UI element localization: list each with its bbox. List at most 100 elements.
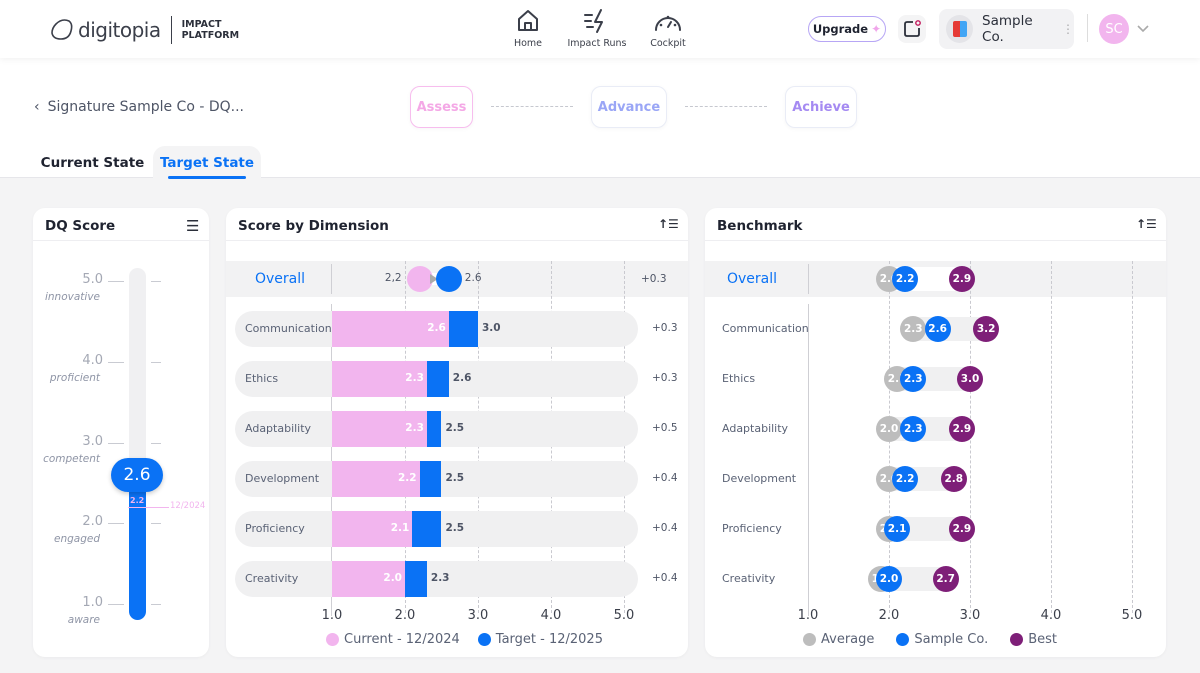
nav-cockpit[interactable]: Cockpit — [633, 8, 703, 49]
gauge-tick — [151, 361, 161, 363]
gauge-level-name: proficient — [49, 371, 100, 384]
x-tick-label: 1.0 — [321, 608, 343, 623]
tab-current-state[interactable]: Current State — [40, 146, 145, 179]
legend-item[interactable]: Average — [803, 632, 874, 647]
tab-target-state[interactable]: Target State — [153, 146, 261, 179]
best-marker[interactable]: 2.9 — [948, 516, 975, 542]
product-line-2: PLATFORM — [181, 30, 240, 41]
avatar[interactable]: SC — [1099, 14, 1129, 44]
current-score-label: 2.2 — [130, 496, 145, 506]
x-tick-label: 3.0 — [467, 608, 489, 623]
dimension-label: Creativity — [245, 572, 299, 585]
legend-item[interactable]: Sample Co. — [896, 632, 988, 647]
overall-label[interactable]: Overall — [727, 271, 777, 287]
step-assess-label: Assess — [416, 99, 467, 115]
dimension-label: Adaptability — [245, 422, 312, 435]
best-marker[interactable]: 2.7 — [932, 566, 959, 592]
best-marker[interactable]: 3.0 — [957, 366, 983, 392]
target-value-label: 2.6 — [452, 372, 472, 384]
gauge-tick — [108, 442, 124, 444]
current-value-label: 2.0 — [383, 572, 402, 584]
overall-label[interactable]: Overall — [255, 271, 305, 287]
legend-item[interactable]: Target - 12/2025 — [477, 632, 603, 647]
target-bar — [448, 311, 478, 347]
step-assess[interactable]: Assess — [410, 86, 473, 128]
target-value-label: 2.5 — [445, 522, 465, 534]
legend-label: Current - 12/2024 — [344, 632, 460, 647]
x-tick-label: 3.0 — [959, 608, 981, 623]
org-name: Sample Co. — [982, 13, 1033, 45]
sample-marker[interactable]: 2.6 — [924, 316, 951, 342]
chevron-down-icon[interactable] — [1136, 24, 1150, 34]
notifications-button[interactable] — [898, 15, 926, 43]
target-score-bubble: 2.6 — [111, 457, 163, 492]
x-tick-label: 5.0 — [1121, 608, 1143, 623]
nav-impact-runs-label: Impact Runs — [567, 38, 627, 49]
active-tab-indicator — [168, 176, 246, 179]
dq-score-title: DQ Score — [45, 218, 116, 234]
current-score-date: 12/2024 — [170, 501, 206, 512]
gauge-level-name: aware — [67, 614, 100, 627]
card-divider — [705, 240, 1166, 241]
more-vertical-icon[interactable]: ⋮ — [1062, 23, 1074, 35]
organization-switcher[interactable]: Sample Co. ⋮ — [939, 9, 1074, 49]
delta-label: +0.3 — [652, 322, 678, 334]
sort-icon[interactable]: ↑☰ — [658, 217, 679, 231]
gauge-tick — [108, 604, 124, 606]
target-bar — [419, 461, 442, 497]
nav-impact-runs[interactable]: Impact Runs — [562, 8, 632, 49]
current-value-label: 2.3 — [405, 422, 424, 434]
notification-icon — [904, 20, 921, 37]
dimension-label: Proficiency — [245, 522, 305, 535]
overall-current-value: 2,2 — [384, 272, 402, 284]
current-value-label: 2.2 — [397, 472, 417, 484]
best-marker[interactable]: 2.9 — [948, 266, 975, 292]
legend-item[interactable]: Best — [1010, 632, 1057, 647]
breadcrumb[interactable]: ‹ Signature Sample Co - DQ... — [34, 99, 244, 115]
legend-item[interactable]: Current - 12/2024 — [326, 632, 460, 647]
gauge-level-value: 5.0 — [82, 272, 103, 287]
average-marker[interactable]: 2.3 — [900, 316, 927, 342]
legend-label: Target - 12/2025 — [495, 632, 603, 647]
logo-divider — [170, 16, 172, 44]
x-tick-label: 4.0 — [1040, 608, 1062, 623]
nav-home[interactable]: Home — [493, 8, 563, 49]
x-tick-label: 2.0 — [878, 608, 900, 623]
chart-legend: Average Sample Co. Best — [803, 632, 1073, 647]
target-value-label: 2.5 — [445, 472, 465, 484]
sample-marker[interactable]: 2.2 — [892, 466, 919, 492]
dimension-label: Development — [722, 472, 797, 485]
sample-marker[interactable]: 2.3 — [900, 416, 927, 442]
best-marker[interactable]: 3.2 — [973, 316, 1000, 342]
sample-marker[interactable]: 2.3 — [900, 366, 927, 392]
upgrade-button[interactable]: Upgrade ✦ — [808, 16, 886, 42]
gauge-tick — [151, 442, 161, 444]
page-title: Signature Sample Co - DQ... — [47, 99, 244, 115]
legend-swatch — [477, 633, 491, 646]
step-achieve-label: Achieve — [792, 99, 850, 115]
menu-icon[interactable]: ☰ — [186, 217, 199, 235]
dimension-label: Ethics — [722, 372, 756, 385]
x-tick-label: 2.0 — [394, 608, 416, 623]
target-value-label: 2.5 — [445, 422, 465, 434]
card-divider — [33, 240, 209, 241]
step-achieve[interactable]: Achieve — [785, 86, 857, 128]
gauge-level-value: 1.0 — [82, 595, 103, 611]
axis-line — [808, 304, 809, 616]
sort-icon[interactable]: ↑☰ — [1136, 217, 1157, 231]
x-tick-label: 1.0 — [797, 608, 819, 623]
sample-marker[interactable]: 2.2 — [892, 266, 919, 292]
sample-marker[interactable]: 2.1 — [884, 516, 911, 542]
best-marker[interactable]: 2.9 — [948, 416, 975, 442]
logo[interactable]: digitopia IMPACT PLATFORM — [50, 16, 239, 44]
sample-marker[interactable]: 2.0 — [876, 566, 902, 592]
best-marker[interactable]: 2.8 — [940, 466, 967, 492]
gauge-level-name: competent — [43, 452, 100, 465]
target-bar — [412, 511, 442, 547]
average-marker[interactable]: 2.0 — [876, 416, 902, 442]
back-chevron-icon[interactable]: ‹ — [34, 99, 40, 115]
step-advance[interactable]: Advance — [591, 86, 667, 128]
upgrade-label: Upgrade — [812, 22, 869, 36]
legend-swatch — [896, 633, 910, 646]
dimension-label: Adaptability — [722, 422, 789, 435]
